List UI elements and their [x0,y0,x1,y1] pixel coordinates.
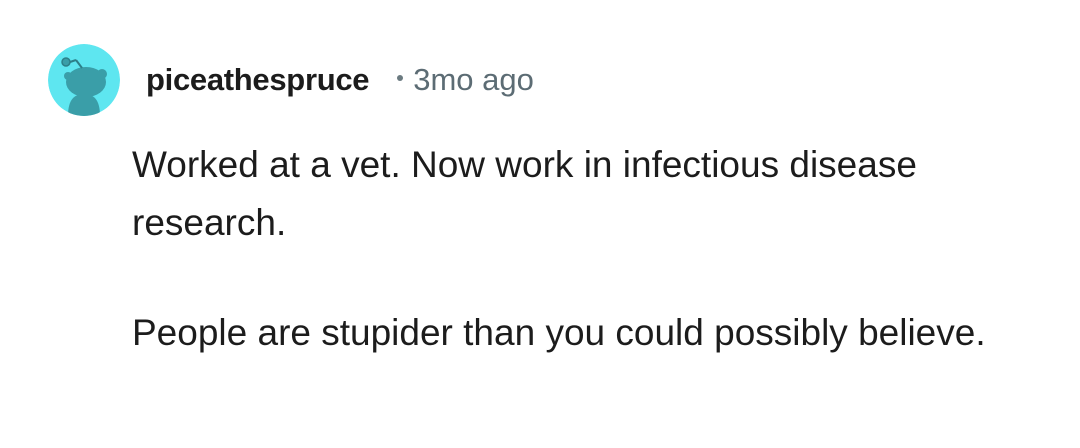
comment-header: piceathespruce 3mo ago [48,44,534,116]
reddit-snoo-avatar-icon [48,44,120,116]
comment-paragraph: People are stupider than you could possi… [132,312,986,353]
timestamp: 3mo ago [413,62,534,97]
comment: piceathespruce 3mo ago Worked at a vet. … [0,0,1080,448]
author-username[interactable]: piceathespruce [146,62,370,98]
comment-body: Worked at a vet. Now work in infectious … [132,136,1032,362]
comment-paragraph: Worked at a vet. Now work in infectious … [132,144,917,243]
avatar[interactable] [48,44,120,116]
bullet-dot-icon [397,75,404,81]
